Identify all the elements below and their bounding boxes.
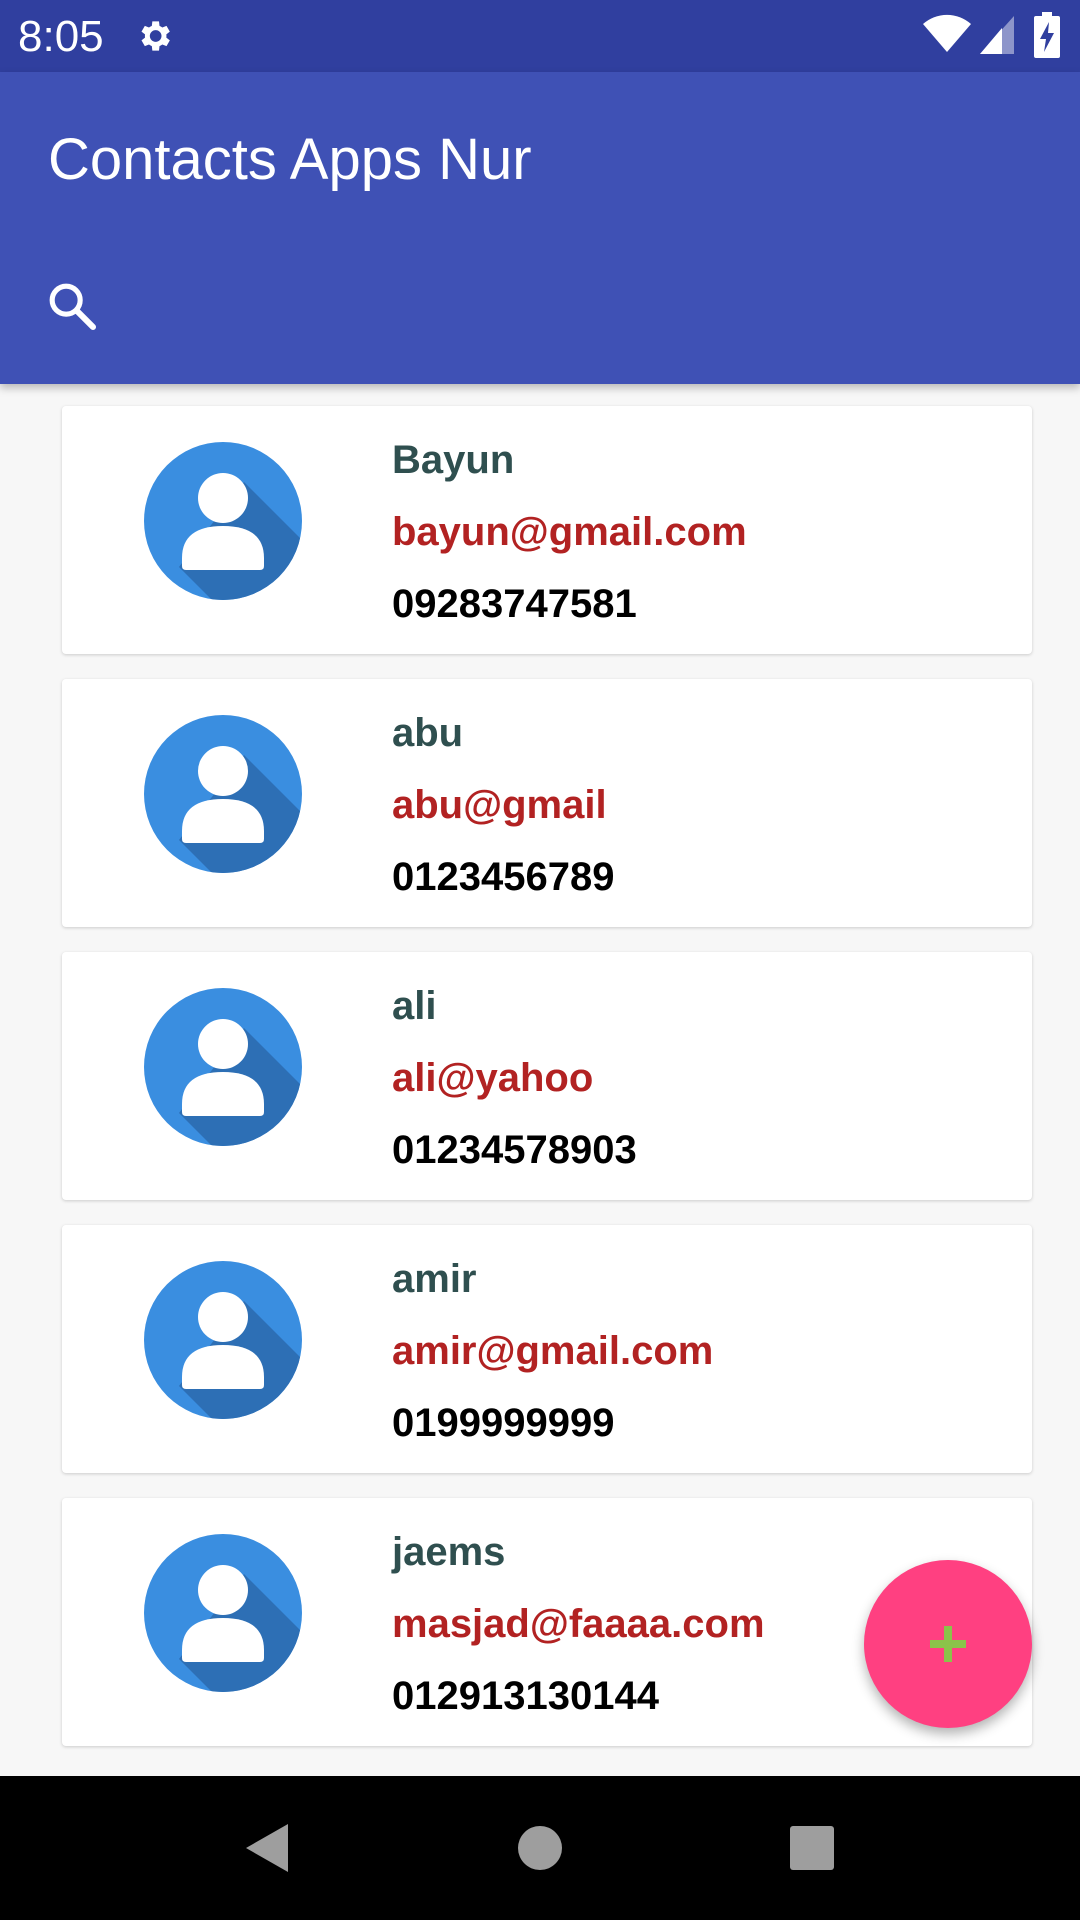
cellular-signal-icon (980, 16, 1014, 54)
gear-icon (141, 21, 170, 51)
avatar-icon (144, 988, 302, 1146)
battery-charging-icon (1034, 12, 1060, 58)
contact-card[interactable]: ali ali@yahoo 01234578903 (62, 952, 1032, 1200)
contact-email: masjad@faaaa.com (392, 1602, 765, 1646)
contact-card[interactable]: Bayun bayun@gmail.com 09283747581 (62, 406, 1032, 654)
navigation-bar (0, 1776, 1080, 1920)
plus-icon (930, 1626, 966, 1662)
contact-name: amir (392, 1257, 477, 1301)
contact-email: ali@yahoo (392, 1056, 594, 1100)
add-contact-button[interactable] (864, 1560, 1032, 1728)
contact-card[interactable]: amir amir@gmail.com 0199999999 (62, 1225, 1032, 1473)
avatar-icon (144, 1261, 302, 1419)
status-bar: 8:05 (0, 0, 1080, 72)
contact-email: bayun@gmail.com (392, 510, 747, 554)
contact-phone: 0199999999 (392, 1401, 615, 1445)
contact-card[interactable]: abu abu@gmail 0123456789 (62, 679, 1032, 927)
back-icon[interactable] (240, 1820, 296, 1876)
contact-email: abu@gmail (392, 783, 607, 827)
contact-phone: 0123456789 (392, 855, 615, 899)
status-time: 8:05 (18, 12, 104, 61)
contact-name: jaems (392, 1530, 506, 1574)
search-icon (49, 283, 97, 331)
app-title: Contacts Apps Nur (48, 127, 532, 192)
contact-name: ali (392, 984, 437, 1028)
contact-phone: 09283747581 (392, 582, 637, 626)
wifi-icon (923, 14, 971, 53)
recents-icon[interactable] (784, 1820, 840, 1876)
home-icon[interactable] (512, 1820, 568, 1876)
avatar-icon (144, 1534, 302, 1692)
contact-name: Bayun (392, 438, 515, 482)
avatar-icon (144, 442, 302, 600)
contact-name: abu (392, 711, 464, 755)
avatar-icon (144, 715, 302, 873)
app-bar: Contacts Apps Nur (0, 72, 1080, 384)
contact-phone: 01234578903 (392, 1128, 637, 1172)
search-button[interactable] (36, 270, 108, 342)
contact-email: amir@gmail.com (392, 1329, 714, 1373)
contact-phone: 012913130144 (392, 1674, 659, 1718)
